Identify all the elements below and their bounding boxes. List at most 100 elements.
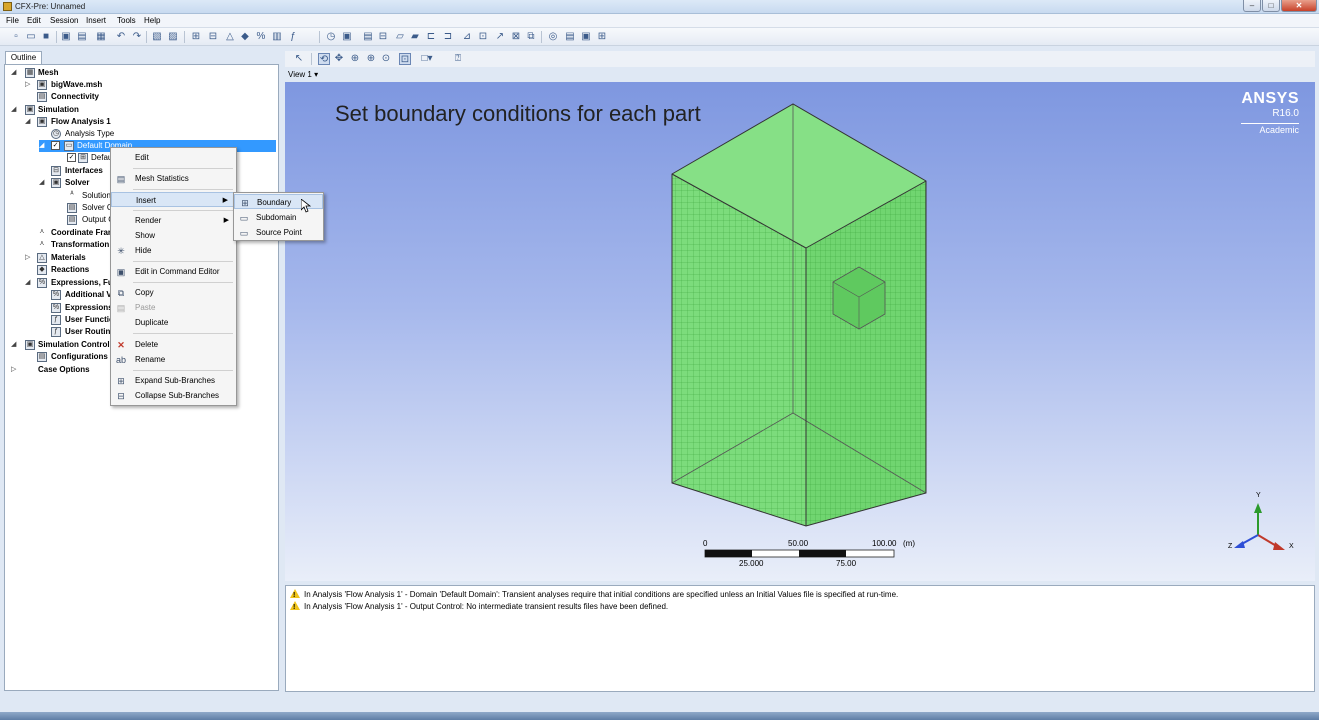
collapse-arrow-icon[interactable]: ◢	[11, 104, 19, 116]
menu-insert[interactable]: Insert	[86, 16, 106, 25]
solver-control-icon[interactable]: ▣	[341, 31, 353, 43]
interface-icon[interactable]: ⊟	[207, 31, 219, 43]
minimize-button[interactable]: –	[1243, 0, 1261, 12]
help-pointer-icon[interactable]: ⍰	[452, 53, 464, 65]
redo-icon[interactable]: ↷	[131, 31, 143, 43]
new-file-icon[interactable]: ▫	[10, 31, 22, 43]
menu-item-render[interactable]: Render ▶	[111, 213, 236, 228]
pointer-icon[interactable]: ⊠	[510, 31, 522, 43]
mesh-icon[interactable]: ▧	[151, 31, 163, 43]
menu-item-copy[interactable]: ⧉ Copy	[111, 285, 236, 300]
copy-view-icon[interactable]: ⧉	[525, 31, 537, 43]
maximize-button[interactable]: □	[1262, 0, 1280, 12]
menu-help[interactable]: Help	[144, 16, 160, 25]
menu-item-rename[interactable]: ab Rename	[111, 352, 236, 367]
monitor-icon[interactable]: ⊟	[377, 31, 389, 43]
expand-arrow-icon[interactable]: ▷	[11, 364, 19, 376]
flow-analysis-icon: ▣	[37, 117, 47, 127]
layout-dropdown-icon[interactable]: □▾	[421, 53, 433, 65]
submenu-item-source-point[interactable]: ▭ Source Point	[234, 225, 323, 240]
mesh-geometry[interactable]	[285, 82, 1315, 581]
vector-icon[interactable]: ↗	[494, 31, 506, 43]
statistics-icon: ▤	[116, 174, 126, 184]
material-icon[interactable]: △	[224, 31, 236, 43]
report-icon[interactable]: ▤	[564, 31, 576, 43]
menu-item-insert[interactable]: Insert ▶	[111, 192, 236, 207]
warning-icon	[290, 589, 300, 602]
menu-item-show[interactable]: Show	[111, 228, 236, 243]
select-icon[interactable]: ↖	[293, 53, 305, 65]
collapse-arrow-icon[interactable]: ◢	[39, 140, 47, 152]
menu-item-hide[interactable]: ✳ Hide	[111, 243, 236, 258]
write-solver-icon[interactable]: ▦	[95, 31, 107, 43]
tree-item-flow-analysis[interactable]: ◢ ▣ Flow Analysis 1	[25, 116, 265, 128]
tree-item-mesh-file[interactable]: ▷ ▣ bigWave.msh	[25, 79, 265, 91]
zoom-box-icon[interactable]: ⊕	[365, 53, 377, 65]
user-routine-icon: ƒ	[51, 327, 61, 337]
pan-icon[interactable]: ✥	[333, 53, 345, 65]
3d-viewport[interactable]: Set boundary conditions for each part AN…	[285, 82, 1315, 581]
menu-item-duplicate[interactable]: Duplicate	[111, 315, 236, 330]
zoom-icon[interactable]: ⊕	[349, 53, 361, 65]
close-button[interactable]: ✕	[1281, 0, 1317, 12]
reload-icon[interactable]: ▤	[76, 31, 88, 43]
axis-icon[interactable]: ⊿	[461, 31, 473, 43]
collapse-arrow-icon[interactable]: ◢	[39, 177, 47, 189]
menu-tools[interactable]: Tools	[117, 16, 136, 25]
tree-item-mesh[interactable]: ◢ ▦ Mesh	[11, 67, 271, 79]
fit-view-icon[interactable]: ⊡	[399, 53, 411, 65]
collapse-arrow-icon[interactable]: ◢	[11, 339, 19, 351]
menu-item-collapse-sub-branches[interactable]: ⊟ Collapse Sub-Branches	[111, 388, 236, 403]
zoom-fit-icon[interactable]: ⊙	[380, 53, 392, 65]
layout-icon[interactable]: ⊞	[596, 31, 608, 43]
menu-item-paste[interactable]: ▤ Paste	[111, 300, 236, 315]
surface-icon[interactable]: ▰	[409, 31, 421, 43]
output-control-icon[interactable]: ▤	[362, 31, 374, 43]
user-function-icon[interactable]: ƒ	[287, 31, 299, 43]
open-file-icon[interactable]: ▭	[25, 31, 37, 43]
plane-icon[interactable]: ▱	[394, 31, 406, 43]
reaction-icon[interactable]: ◆	[239, 31, 251, 43]
clock-icon[interactable]: ◷	[325, 31, 337, 43]
boundary-checkbox[interactable]: ✓	[67, 153, 76, 162]
coord-icon[interactable]: ⊏	[425, 31, 437, 43]
boundary-icon[interactable]: ⊞	[190, 31, 202, 43]
tab-outline[interactable]: Outline	[5, 51, 42, 65]
screenshot-icon[interactable]: ▣	[580, 31, 592, 43]
view-selector[interactable]: View 1 ▾	[288, 70, 318, 79]
menu-file[interactable]: File	[6, 16, 19, 25]
menu-item-delete[interactable]: ✕ Delete	[111, 337, 236, 352]
collapse-arrow-icon[interactable]: ◢	[25, 116, 33, 128]
scale-bar	[704, 549, 895, 558]
warning-message[interactable]: In Analysis 'Flow Analysis 1' - Domain '…	[290, 589, 898, 602]
collapse-arrow-icon[interactable]: ◢	[25, 277, 33, 289]
menu-edit[interactable]: Edit	[27, 16, 41, 25]
import-mesh-icon[interactable]: ▣	[60, 31, 72, 43]
subdomain-icon: ▭	[239, 213, 249, 223]
menu-item-edit[interactable]: Edit	[111, 150, 236, 165]
axis-x-label: X	[1289, 543, 1294, 550]
collapse-arrow-icon[interactable]: ◢	[11, 67, 19, 79]
menu-item-command-editor[interactable]: ▣ Edit in Command Editor	[111, 264, 236, 279]
globe-icon[interactable]: ◎	[547, 31, 559, 43]
menu-item-expand-sub-branches[interactable]: ⊞ Expand Sub-Branches	[111, 373, 236, 388]
menu-session[interactable]: Session	[50, 16, 78, 25]
expression-icon[interactable]: %	[255, 31, 267, 43]
domain-checkbox[interactable]: ✓	[51, 141, 60, 150]
expand-arrow-icon[interactable]: ▷	[25, 79, 33, 91]
menu-item-mesh-statistics[interactable]: ▤ Mesh Statistics	[111, 171, 236, 186]
function-icon[interactable]: ▥	[271, 31, 283, 43]
tree-item-connectivity[interactable]: ▤ Connectivity	[25, 91, 265, 103]
save-icon[interactable]: ■	[40, 31, 52, 43]
domain-icon[interactable]: ▨	[167, 31, 179, 43]
rotate-icon[interactable]: ⟲	[318, 53, 330, 65]
undo-icon[interactable]: ↶	[115, 31, 127, 43]
tree-item-simulation[interactable]: ◢ ▣ Simulation	[11, 104, 271, 116]
warning-message[interactable]: In Analysis 'Flow Analysis 1' - Output C…	[290, 601, 668, 614]
transform-icon[interactable]: ⊡	[477, 31, 489, 43]
context-menu: Edit ▤ Mesh Statistics Insert ▶ Render ▶…	[110, 147, 237, 406]
coord-icon-2[interactable]: ⊐	[442, 31, 454, 43]
expand-arrow-icon[interactable]: ▷	[25, 252, 33, 264]
variable-icon: %	[51, 290, 61, 300]
tree-item-analysis-type[interactable]: ◷ Analysis Type	[51, 128, 271, 140]
